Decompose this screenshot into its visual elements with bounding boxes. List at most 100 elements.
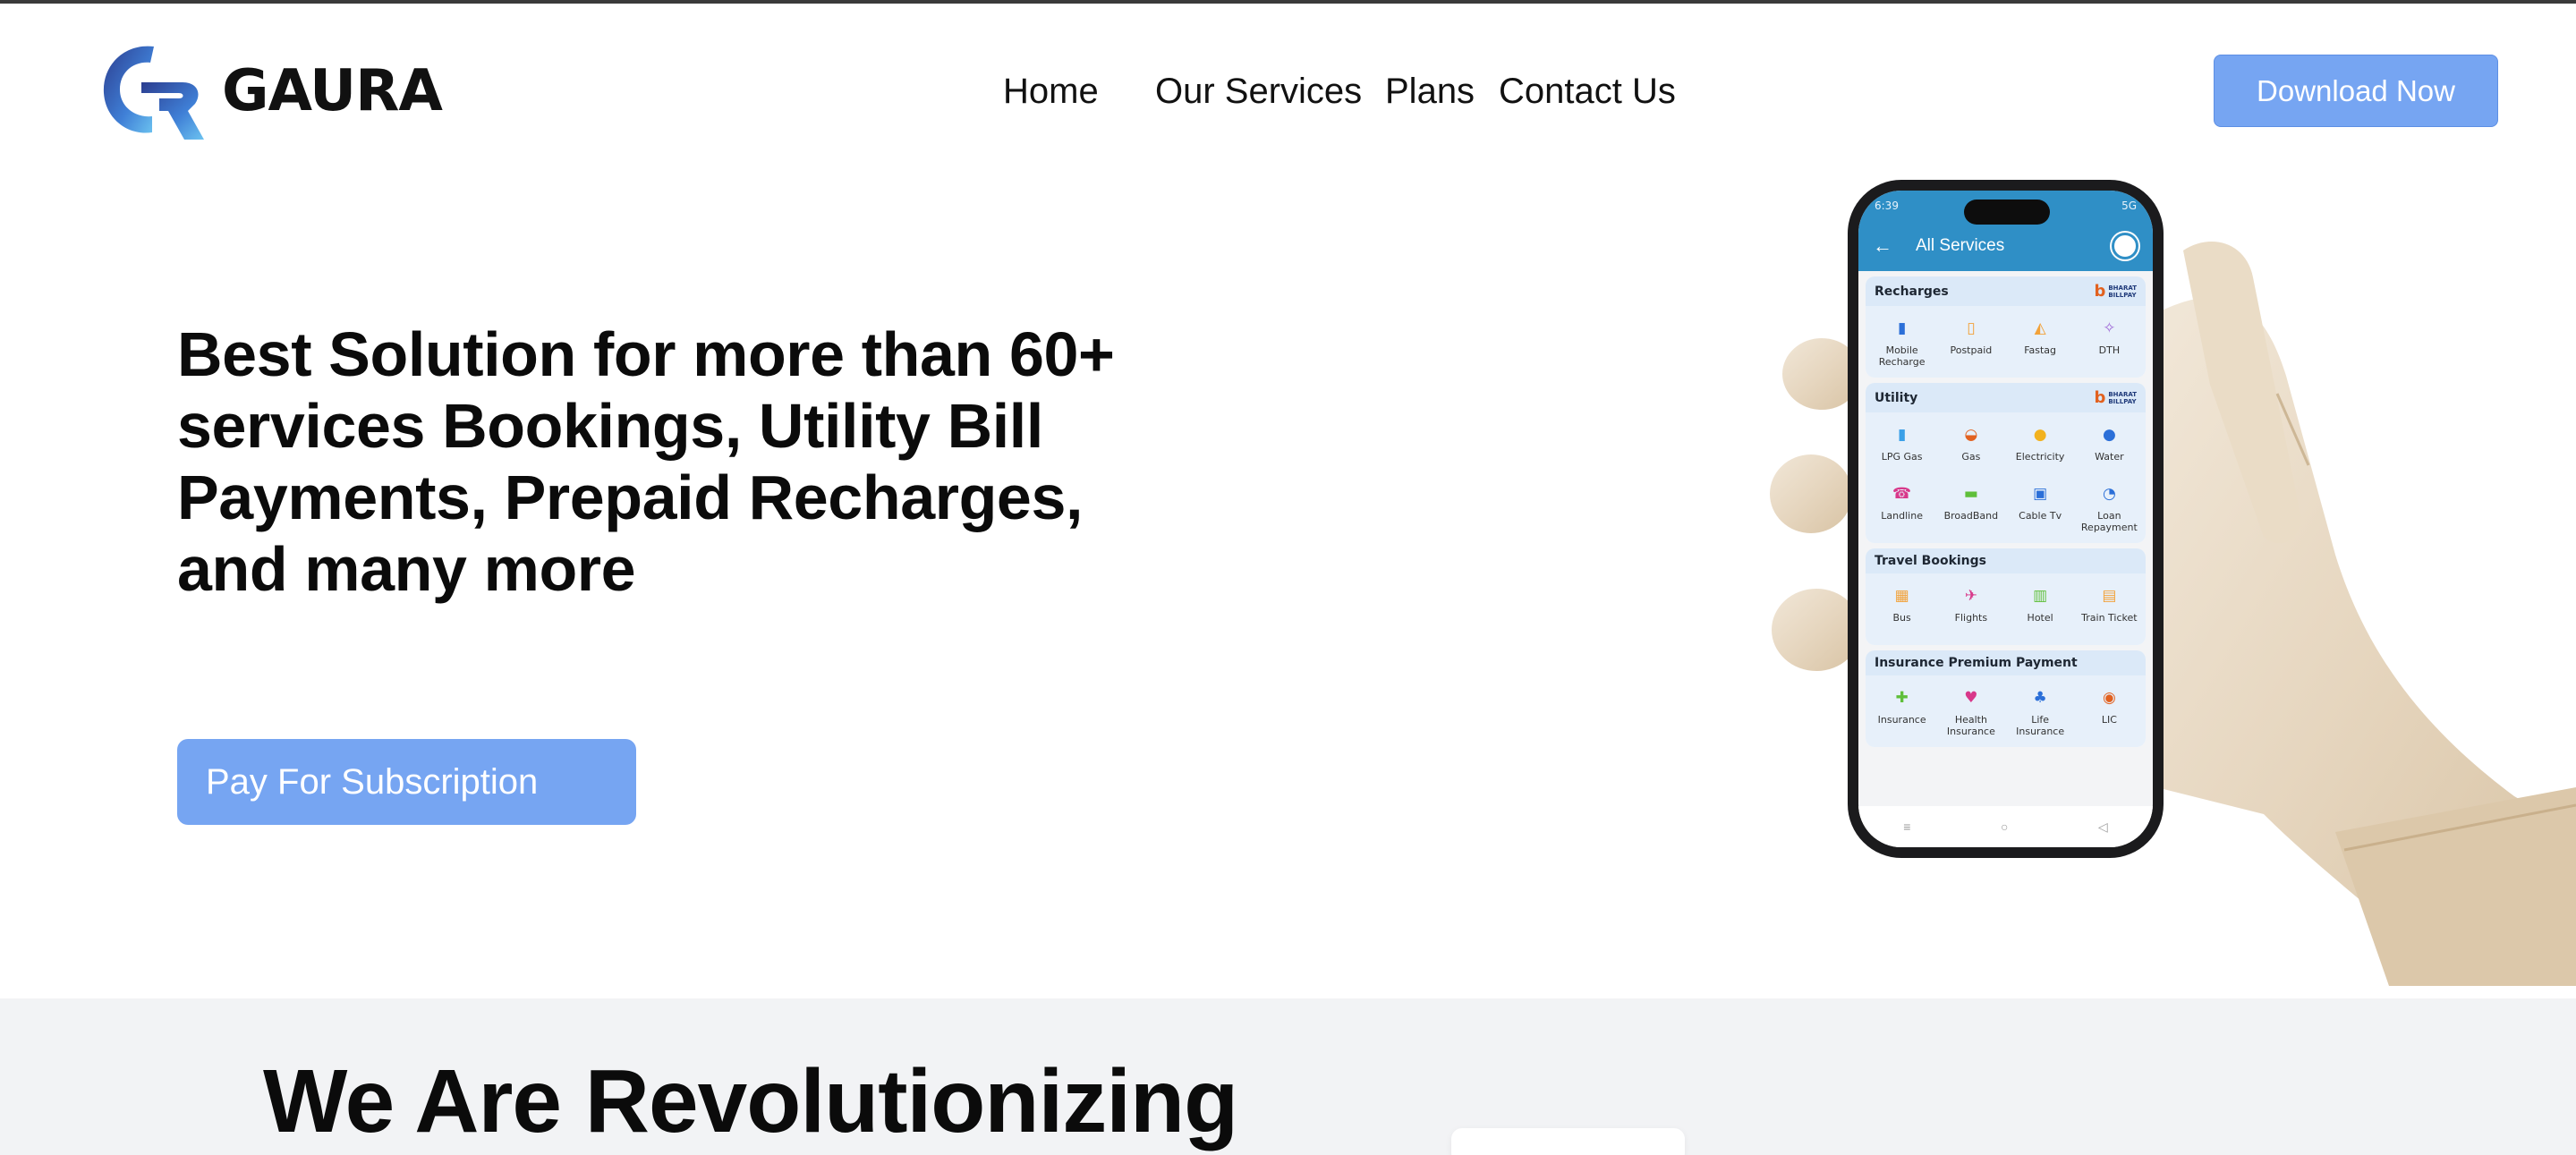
section-header: Insurance Premium Payment	[1866, 650, 2146, 675]
broadband-icon: ▬	[1963, 484, 1978, 503]
phone-notch	[1964, 200, 2050, 225]
service-label: Gas	[1961, 451, 1981, 463]
service-label: Fastag	[2024, 344, 2057, 356]
service-item[interactable]: ▤ Train Ticket	[2075, 581, 2144, 640]
life-insurance-icon: ♣	[2033, 688, 2047, 707]
service-grid: ✚ Insurance ♥ Health Insurance ♣ Life Insuran…	[1866, 675, 2146, 747]
section-title: Travel Bookings	[1875, 554, 1986, 568]
service-item[interactable]: ◔ Loan Repayment	[2075, 479, 2144, 538]
service-label: Hotel	[2027, 612, 2053, 624]
hero-title: Best Solution for more than 60+ services…	[177, 319, 1115, 604]
service-item[interactable]: ✧ DTH	[2075, 313, 2144, 372]
back-arrow-icon[interactable]: ←	[1873, 234, 1892, 258]
dth-icon: ✧	[2103, 318, 2116, 337]
section-title: Insurance Premium Payment	[1875, 656, 2078, 670]
service-item[interactable]: ◭ Fastag	[2006, 313, 2075, 372]
phone-screen: 6:39 5G ← All Services Recharges b BHARAT B…	[1858, 191, 2153, 847]
download-now-button[interactable]: Download Now	[2214, 55, 2498, 127]
fastag-icon: ◭	[2034, 318, 2046, 337]
service-label: BroadBand	[1943, 510, 1999, 522]
service-label: Postpaid	[1950, 344, 1993, 356]
service-label: Health Insurance	[1946, 714, 1995, 737]
service-label: Life Insurance	[2016, 714, 2065, 737]
insurance-icon: ✚	[1895, 688, 1909, 707]
service-section: Insurance Premium Payment ✚ Insurance ♥ Heal…	[1866, 650, 2146, 747]
back-triangle-icon[interactable]: ◁	[2098, 820, 2108, 835]
nav-plans[interactable]: Plans	[1385, 64, 1475, 118]
home-circle-icon[interactable]: ○	[2001, 820, 2008, 834]
status-time: 6:39	[1875, 200, 1899, 212]
service-item[interactable]: ▥ Hotel	[2006, 581, 2075, 640]
service-item[interactable]: ♣ Life Insurance	[2006, 683, 2075, 742]
service-label: Loan Repayment	[2080, 510, 2138, 533]
service-item[interactable]: ▮ LPG Gas	[1867, 420, 1936, 479]
train-icon: ▤	[2102, 586, 2117, 605]
service-label: Bus	[1892, 612, 1911, 624]
phone-app-bar: ← All Services	[1858, 221, 2153, 271]
phone-bottom-nav: ≡ ○ ◁	[1858, 806, 2153, 847]
hotel-icon: ▥	[2033, 586, 2048, 605]
phone-mockup: 6:39 5G ← All Services Recharges b BHARAT B…	[1848, 180, 2164, 858]
service-section: Utility b BHARAT BILLPAY ▮ LPG Gas ◒ Gas ● Electr…	[1866, 383, 2146, 543]
service-item[interactable]: ▮ Mobile Recharge	[1867, 313, 1936, 372]
app-logo-icon	[2112, 233, 2138, 259]
bus-icon: ▦	[1894, 586, 1909, 605]
service-label: Train Ticket	[2081, 612, 2138, 624]
service-item[interactable]: ♥ Health Insurance	[1936, 683, 2005, 742]
service-grid: ▮ LPG Gas ◒ Gas ● Electricity ● Water ☎ Landline ▬…	[1866, 412, 2146, 543]
service-label: LPG Gas	[1881, 451, 1923, 463]
mobile-icon: ▮	[1897, 318, 1907, 337]
service-item[interactable]: ▬ BroadBand	[1936, 479, 2005, 538]
section-title: Utility	[1875, 390, 1918, 405]
lic-icon: ◉	[2102, 688, 2116, 707]
section-title: Recharges	[1875, 284, 1949, 299]
section-header: Recharges b BHARAT BILLPAY	[1866, 276, 2146, 306]
service-item[interactable]: ✈ Flights	[1936, 581, 2005, 640]
nav-contact-us[interactable]: Contact Us	[1499, 64, 1676, 118]
service-item[interactable]: ✚ Insurance	[1867, 683, 1936, 742]
service-label: Cable Tv	[2019, 510, 2062, 522]
main-nav: Home Our Services Plans Contact Us	[0, 64, 2576, 118]
section-title: We Are Revolutionizing	[263, 1051, 1238, 1151]
nav-home[interactable]: Home	[1003, 64, 1099, 118]
section-header: Utility b BHARAT BILLPAY	[1866, 383, 2146, 412]
status-signal: 5G	[2121, 200, 2137, 212]
service-section: Travel Bookings ▦ Bus ✈ Flights ▥ Hotel ▤ Train …	[1866, 548, 2146, 645]
service-label: Flights	[1954, 612, 1988, 624]
service-grid: ▮ Mobile Recharge ▯ Postpaid ◭ Fastag ✧ DTH	[1866, 306, 2146, 378]
health-insurance-icon: ♥	[1964, 688, 1978, 707]
loan-icon: ◔	[2102, 484, 2116, 503]
service-item[interactable]: ▯ Postpaid	[1936, 313, 2005, 372]
service-label: LIC	[2101, 714, 2117, 726]
service-item[interactable]: ● Electricity	[2006, 420, 2075, 479]
service-label: Mobile Recharge	[1878, 344, 1926, 368]
gas-icon: ◒	[1964, 425, 1978, 444]
electricity-icon: ●	[2033, 425, 2047, 444]
bharat-billpay-logo: b BHARAT BILLPAY	[2094, 388, 2137, 407]
nav-our-services[interactable]: Our Services	[1155, 64, 1362, 118]
service-item[interactable]: ☎ Landline	[1867, 479, 1936, 538]
feature-card	[1451, 1128, 1685, 1155]
bharat-billpay-logo: b BHARAT BILLPAY	[2094, 282, 2137, 301]
section-header: Travel Bookings	[1866, 548, 2146, 573]
service-label: Landline	[1881, 510, 1923, 522]
service-item[interactable]: ▣ Cable Tv	[2006, 479, 2075, 538]
service-sections: Recharges b BHARAT BILLPAY ▮ Mobile Recharge ▯…	[1858, 276, 2153, 747]
landline-icon: ☎	[1892, 484, 1912, 503]
service-item[interactable]: ● Water	[2075, 420, 2144, 479]
screen-title: All Services	[1916, 236, 2005, 255]
service-item[interactable]: ◉ LIC	[2075, 683, 2144, 742]
service-item[interactable]: ◒ Gas	[1936, 420, 2005, 479]
service-label: DTH	[2098, 344, 2121, 356]
service-label: Electricity	[2015, 451, 2065, 463]
cable-tv-icon: ▣	[2033, 484, 2048, 503]
pay-for-subscription-button[interactable]: Pay For Subscription	[177, 739, 636, 825]
lpg-icon: ▮	[1897, 425, 1907, 444]
menu-icon[interactable]: ≡	[1903, 820, 1910, 834]
service-grid: ▦ Bus ✈ Flights ▥ Hotel ▤ Train Ticket	[1866, 573, 2146, 645]
service-item[interactable]: ▦ Bus	[1867, 581, 1936, 640]
service-label: Water	[2095, 451, 2124, 463]
top-border	[0, 0, 2576, 4]
postpaid-icon: ▯	[1967, 318, 1976, 337]
service-section: Recharges b BHARAT BILLPAY ▮ Mobile Recharge ▯…	[1866, 276, 2146, 378]
